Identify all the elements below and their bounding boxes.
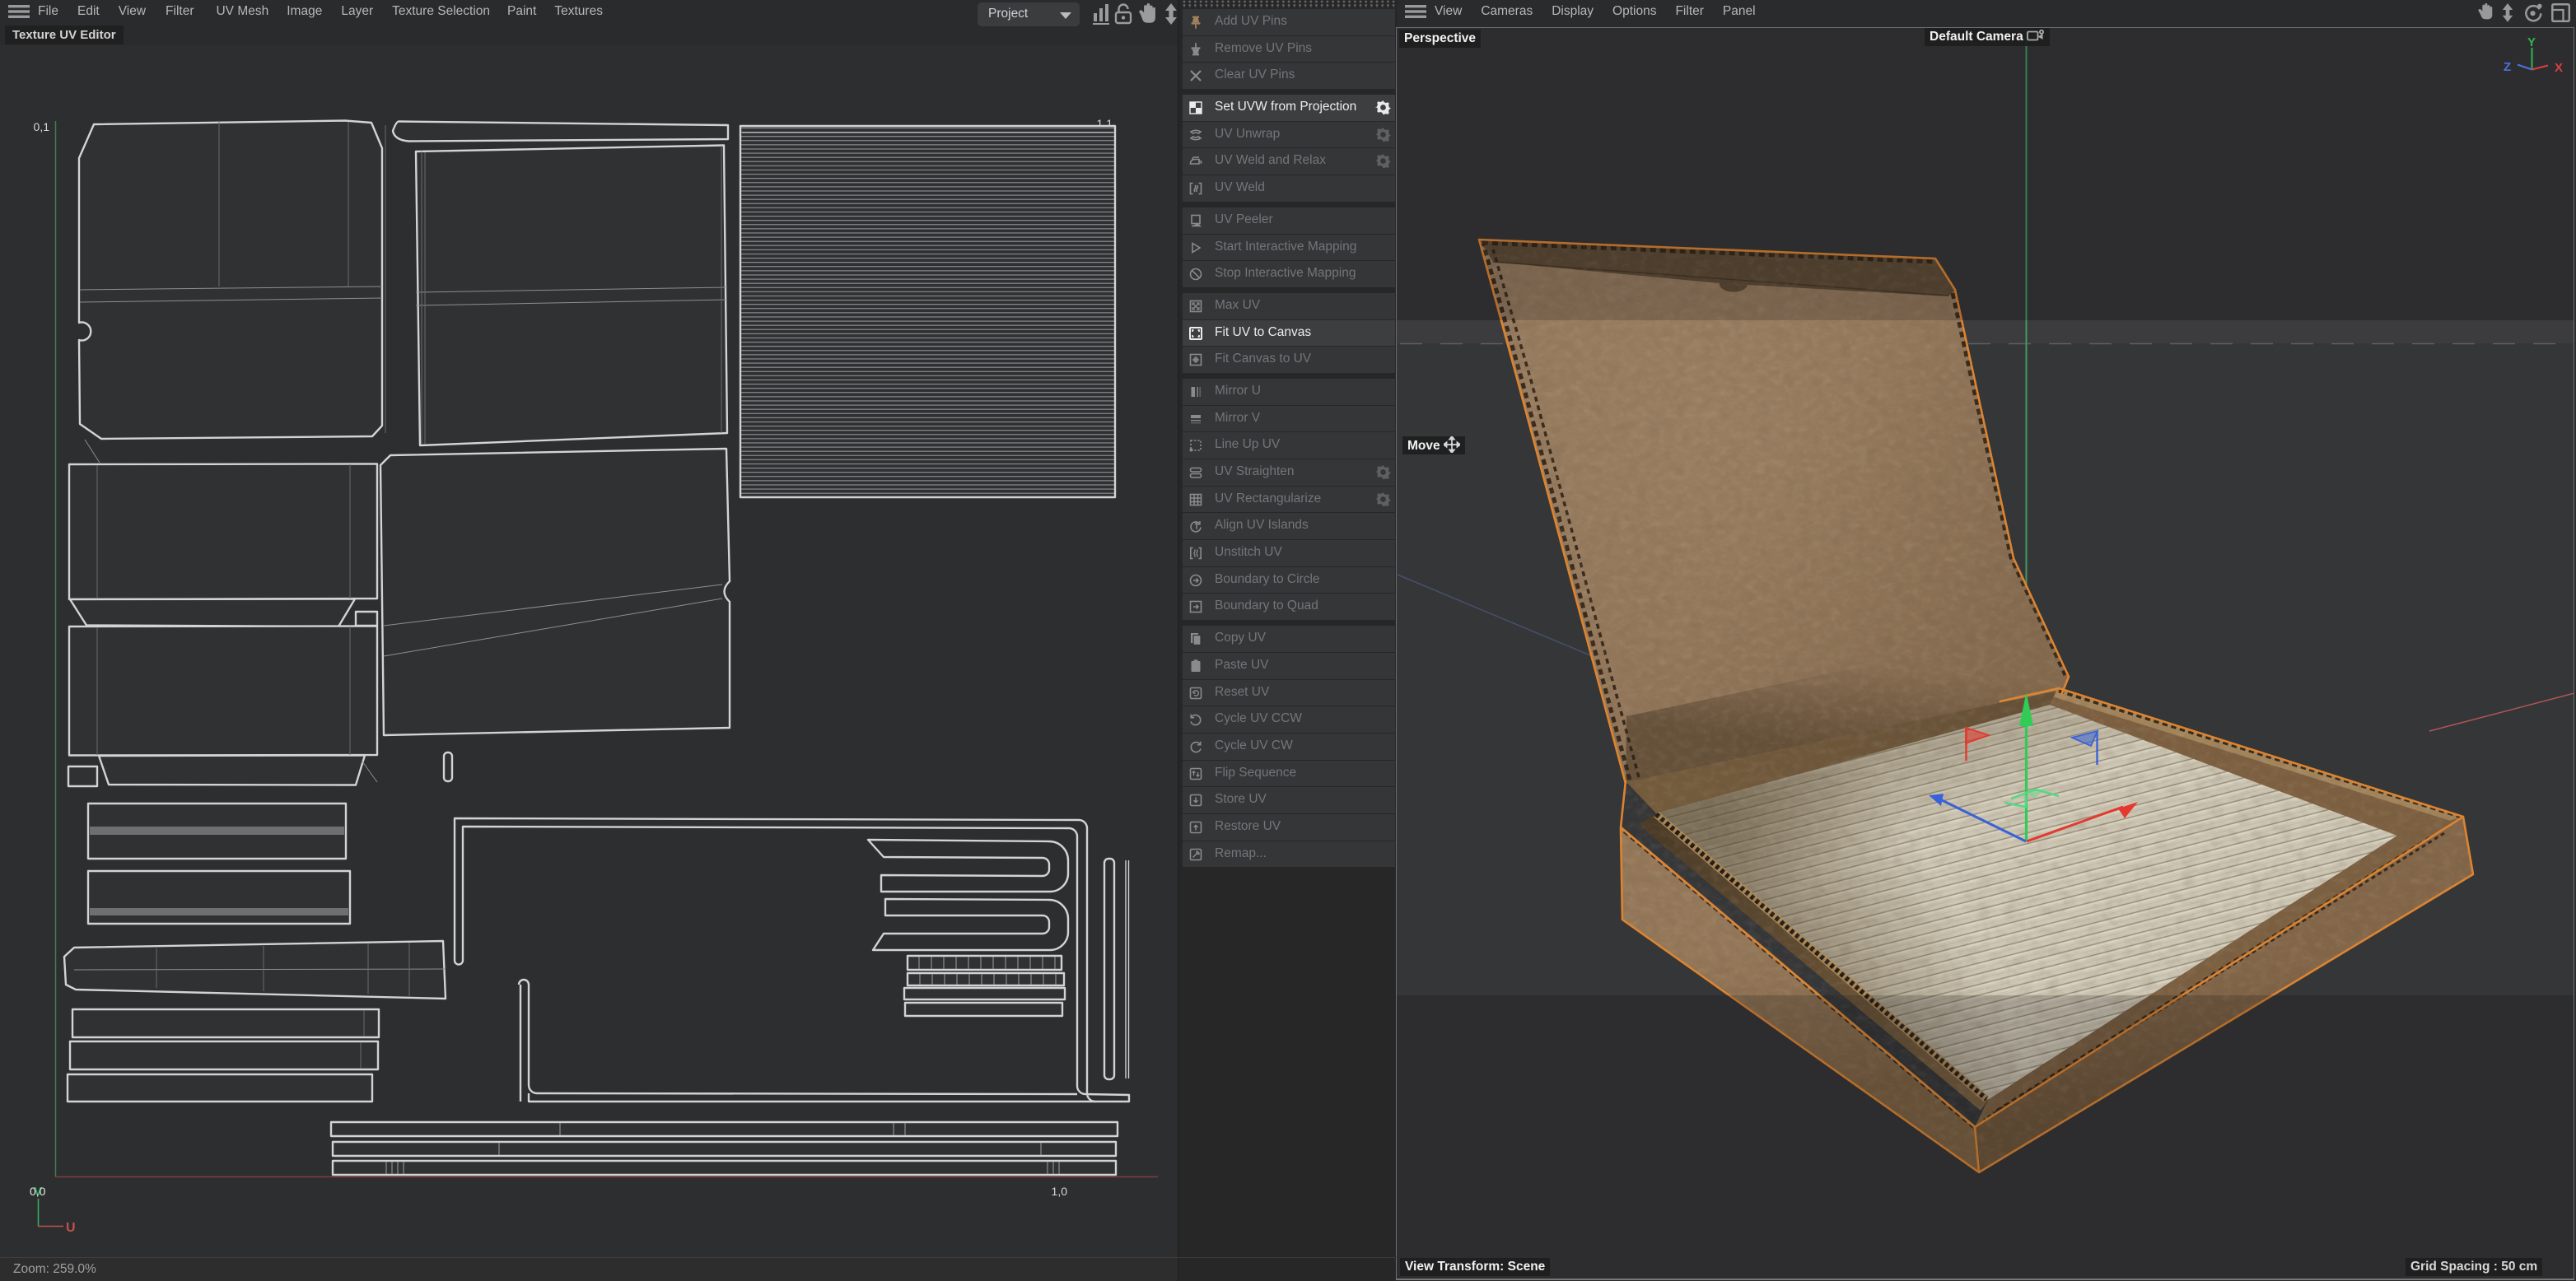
svg-text:X: X — [2555, 61, 2563, 75]
svg-text:0,1: 0,1 — [34, 120, 50, 133]
svg-text:0,0: 0,0 — [30, 1185, 46, 1198]
svg-text:U: U — [66, 1221, 76, 1235]
svg-text:Z: Z — [2504, 60, 2511, 74]
svg-text:1,0: 1,0 — [1052, 1185, 1068, 1198]
svg-text:Y: Y — [2527, 35, 2536, 49]
